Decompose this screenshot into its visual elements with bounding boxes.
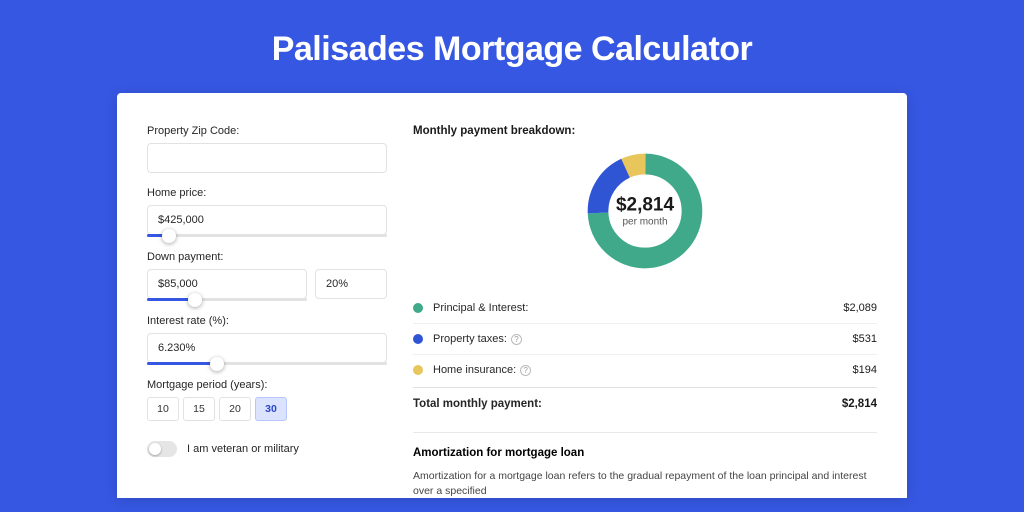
legend-value: $194 xyxy=(853,364,877,376)
legend: Principal & Interest:$2,089Property taxe… xyxy=(413,293,877,385)
mortgage-period-group: Mortgage period (years): 10152030 xyxy=(147,379,387,421)
legend-total-row: Total monthly payment: $2,814 xyxy=(413,387,877,418)
legend-value: $531 xyxy=(853,333,877,345)
home-price-group: Home price: xyxy=(147,187,387,237)
amortization-body: Amortization for a mortgage loan refers … xyxy=(413,469,877,498)
amortization-section: Amortization for mortgage loan Amortizat… xyxy=(413,432,877,498)
zip-label: Property Zip Code: xyxy=(147,125,387,137)
slider-thumb[interactable] xyxy=(210,357,224,371)
period-option-10[interactable]: 10 xyxy=(147,397,179,421)
zip-group: Property Zip Code: xyxy=(147,125,387,173)
zip-input[interactable] xyxy=(147,143,387,173)
legend-label: Principal & Interest: xyxy=(433,302,843,314)
down-payment-slider[interactable] xyxy=(147,298,307,301)
legend-dot xyxy=(413,334,423,344)
donut-value: $2,814 xyxy=(616,195,674,217)
slider-thumb[interactable] xyxy=(188,293,202,307)
down-payment-pct-input[interactable] xyxy=(315,269,387,299)
home-price-label: Home price: xyxy=(147,187,387,199)
veteran-toggle[interactable] xyxy=(147,441,177,457)
breakdown-column: Monthly payment breakdown: $2,814 per mo… xyxy=(413,125,877,498)
page-title: Palisades Mortgage Calculator xyxy=(0,0,1024,93)
legend-row: Home insurance:?$194 xyxy=(413,355,877,385)
legend-label: Property taxes:? xyxy=(433,333,853,345)
legend-dot xyxy=(413,303,423,313)
inputs-column: Property Zip Code: Home price: Down paym… xyxy=(147,125,387,498)
legend-row: Principal & Interest:$2,089 xyxy=(413,293,877,324)
veteran-toggle-row: I am veteran or military xyxy=(147,441,387,457)
legend-total-label: Total monthly payment: xyxy=(413,398,842,410)
help-icon[interactable]: ? xyxy=(511,334,522,345)
home-price-slider[interactable] xyxy=(147,234,387,237)
home-price-input[interactable] xyxy=(147,205,387,235)
slider-fill xyxy=(147,362,217,365)
donut-chart: $2,814 per month xyxy=(413,149,877,273)
legend-value: $2,089 xyxy=(843,302,877,314)
period-option-30[interactable]: 30 xyxy=(255,397,287,421)
down-payment-label: Down payment: xyxy=(147,251,387,263)
legend-total-value: $2,814 xyxy=(842,398,877,410)
down-payment-amount-input[interactable] xyxy=(147,269,307,299)
interest-rate-slider[interactable] xyxy=(147,362,387,365)
legend-dot xyxy=(413,365,423,375)
interest-rate-label: Interest rate (%): xyxy=(147,315,387,327)
donut-center: $2,814 per month xyxy=(616,195,674,228)
calculator-card: Property Zip Code: Home price: Down paym… xyxy=(117,93,907,498)
breakdown-title: Monthly payment breakdown: xyxy=(413,125,877,137)
slider-thumb[interactable] xyxy=(162,229,176,243)
down-payment-group: Down payment: xyxy=(147,251,387,301)
help-icon[interactable]: ? xyxy=(520,365,531,376)
interest-rate-group: Interest rate (%): xyxy=(147,315,387,365)
amortization-title: Amortization for mortgage loan xyxy=(413,447,877,459)
period-options: 10152030 xyxy=(147,397,387,421)
legend-row: Property taxes:?$531 xyxy=(413,324,877,355)
donut-sub: per month xyxy=(616,217,674,228)
period-option-15[interactable]: 15 xyxy=(183,397,215,421)
period-option-20[interactable]: 20 xyxy=(219,397,251,421)
veteran-toggle-label: I am veteran or military xyxy=(187,443,299,455)
legend-label: Home insurance:? xyxy=(433,364,853,376)
mortgage-period-label: Mortgage period (years): xyxy=(147,379,387,391)
interest-rate-input[interactable] xyxy=(147,333,387,363)
